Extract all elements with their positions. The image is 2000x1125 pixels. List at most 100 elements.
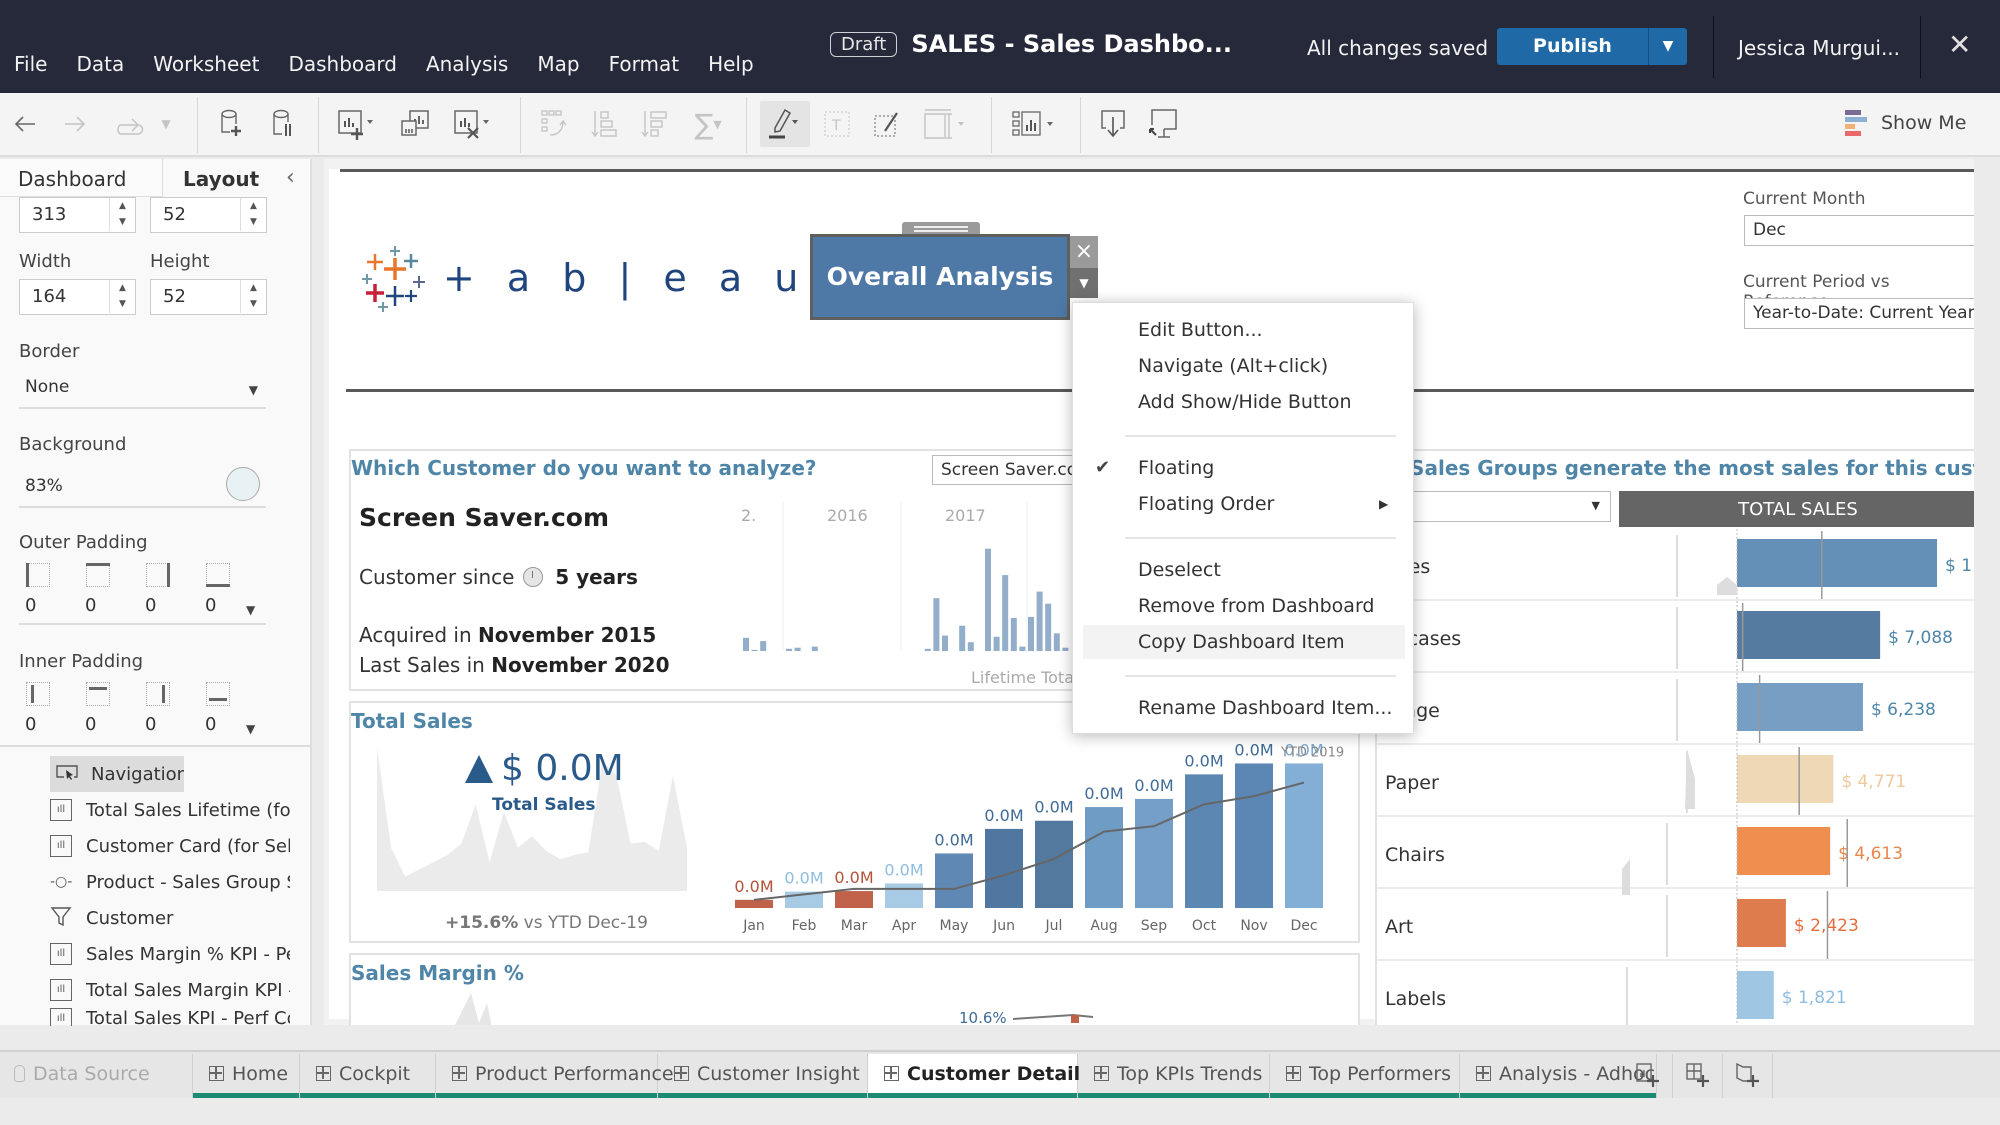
menu-data[interactable]: Data	[76, 52, 124, 76]
publish-options-button[interactable]: ▼	[1649, 28, 1687, 65]
spinner-arrows[interactable]: ▲ ▼	[109, 280, 135, 313]
labels-icon[interactable]: T	[822, 107, 852, 141]
current-month-dropdown[interactable]: Dec	[1744, 215, 1974, 246]
overall-analysis-button[interactable]: Overall Analysis	[810, 234, 1070, 320]
outer-padding-bottom[interactable]: 0	[205, 595, 216, 616]
download-icon[interactable]	[1098, 107, 1128, 141]
height-field[interactable]: 52 ▲ ▼	[150, 279, 267, 315]
presentation-icon[interactable]	[1146, 107, 1180, 141]
outer-padding-top[interactable]: 0	[85, 595, 96, 616]
replay-icon[interactable]	[108, 107, 148, 141]
menu-add-show-hide[interactable]: Add Show/Hide Button	[1073, 385, 1413, 419]
item-total-sales-kpi[interactable]: ıll Total Sales KPI - Perf Co	[50, 1008, 290, 1026]
padding-right-icon[interactable]	[146, 682, 170, 706]
menu-navigate[interactable]: Navigate (Alt+click)	[1073, 349, 1413, 383]
new-story-tab-button[interactable]	[1723, 1054, 1773, 1098]
sheet-tab[interactable]: Top KPIs Trends	[1078, 1054, 1270, 1098]
menu-analysis[interactable]: Analysis	[426, 52, 508, 76]
background-color-swatch[interactable]	[226, 467, 260, 501]
padding-top-icon[interactable]	[86, 563, 110, 587]
border-dropdown[interactable]: None ▼	[19, 369, 266, 409]
menu-help[interactable]: Help	[708, 52, 754, 76]
sheet-tab[interactable]: Product Performance	[436, 1054, 674, 1098]
tab-layout[interactable]: Layout	[183, 159, 259, 197]
totals-icon[interactable]: ∑ ▼	[690, 107, 726, 141]
chevron-down-icon[interactable]: ▼	[246, 722, 255, 736]
padding-left-icon[interactable]	[26, 563, 50, 587]
swap-icon[interactable]	[540, 107, 570, 141]
menu-floating[interactable]: ✔ Floating	[1073, 451, 1413, 485]
undo-icon[interactable]	[10, 107, 40, 141]
workbook-title[interactable]: SALES - Sales Dashbo...	[911, 30, 1232, 58]
sheet-tab[interactable]: Customer Detail	[868, 1054, 1080, 1098]
duplicate-sheet-icon[interactable]	[398, 107, 432, 141]
sheet-tab[interactable]: Customer Insight	[658, 1054, 868, 1098]
menu-edit-button[interactable]: Edit Button...	[1073, 313, 1413, 347]
period-dropdown[interactable]: Year-to-Date: Current Year vs	[1744, 298, 1974, 329]
menu-rename[interactable]: Rename Dashboard Item...	[1073, 691, 1413, 725]
menu-map[interactable]: Map	[537, 52, 579, 76]
sort-ascending-icon[interactable]	[590, 107, 620, 141]
highlight-icon[interactable]	[760, 101, 810, 147]
menu-format[interactable]: Format	[609, 52, 679, 76]
clear-sheet-icon[interactable]	[452, 107, 498, 141]
spinner-arrows[interactable]: ▲ ▼	[240, 198, 266, 231]
spinner-arrows[interactable]: ▲ ▼	[109, 198, 135, 231]
padding-right-icon[interactable]	[146, 563, 170, 587]
item-product-sales-group[interactable]: -○- Product - Sales Group S	[50, 864, 290, 900]
outer-padding-left[interactable]: 0	[25, 595, 36, 616]
outer-padding-right[interactable]: 0	[145, 595, 156, 616]
position-y-field[interactable]: 52 ▲ ▼	[150, 197, 267, 233]
new-data-source-icon[interactable]	[216, 107, 246, 141]
pause-updates-icon[interactable]	[268, 107, 298, 141]
customer-select[interactable]: Screen Saver.com	[932, 455, 1074, 485]
inner-padding-right[interactable]: 0	[145, 714, 156, 735]
menu-dashboard[interactable]: Dashboard	[288, 52, 397, 76]
show-cards-icon[interactable]	[1010, 107, 1060, 141]
width-field[interactable]: 164 ▲ ▼	[19, 279, 136, 315]
item-menu-dropdown[interactable]: ▼	[1070, 268, 1098, 298]
sheet-tab[interactable]: Cockpit	[300, 1054, 436, 1098]
item-customer-card[interactable]: ıll Customer Card (for Sel	[50, 828, 290, 864]
menu-copy-item[interactable]: Copy Dashboard Item	[1083, 625, 1405, 659]
menu-worksheet[interactable]: Worksheet	[153, 52, 259, 76]
inner-padding-bottom[interactable]: 0	[205, 714, 216, 735]
tab-dashboard[interactable]: Dashboard	[0, 159, 163, 197]
inner-padding-top[interactable]: 0	[85, 714, 96, 735]
item-total-sales-margin-kpi[interactable]: ıll Total Sales Margin KPI -	[50, 972, 290, 1008]
padding-bottom-icon[interactable]	[206, 682, 230, 706]
menu-deselect[interactable]: Deselect	[1073, 553, 1413, 587]
new-worksheet-tab-button[interactable]	[1623, 1054, 1673, 1098]
item-sales-margin-kpi[interactable]: ıll Sales Margin % KPI - Pe	[50, 936, 290, 972]
sheet-tab[interactable]: Top Performers	[1270, 1054, 1460, 1098]
fit-icon[interactable]	[920, 107, 970, 141]
position-x-field[interactable]: 313 ▲ ▼	[19, 197, 136, 233]
item-navigation[interactable]: Navigation	[50, 756, 184, 792]
replay-options-dropdown[interactable]: ▼	[156, 107, 176, 141]
menu-remove[interactable]: Remove from Dashboard	[1073, 589, 1413, 623]
chevron-down-icon[interactable]: ▼	[246, 603, 255, 617]
item-total-sales-lifetime[interactable]: ıll Total Sales Lifetime (for	[50, 792, 290, 828]
publish-button[interactable]: Publish	[1497, 28, 1649, 65]
inner-padding-left[interactable]: 0	[25, 714, 36, 735]
tab-data-source[interactable]: Data Source	[0, 1054, 193, 1098]
format-workbook-icon[interactable]	[872, 107, 902, 141]
spinner-arrows[interactable]: ▲ ▼	[240, 280, 266, 313]
padding-top-icon[interactable]	[86, 682, 110, 706]
remove-item-icon[interactable]: ×	[1070, 236, 1098, 268]
new-worksheet-icon[interactable]	[336, 107, 382, 141]
menu-floating-order[interactable]: Floating Order ▶	[1073, 487, 1413, 521]
menu-file[interactable]: File	[14, 52, 47, 76]
collapse-pane-icon[interactable]: ‹	[286, 165, 295, 190]
sort-descending-icon[interactable]	[640, 107, 670, 141]
show-me-button[interactable]: Show Me	[1845, 110, 1966, 136]
close-icon[interactable]: ✕	[1948, 28, 1971, 61]
background-picker[interactable]: 83%	[19, 464, 266, 504]
sheet-tab[interactable]: Home	[193, 1054, 300, 1098]
redo-icon[interactable]	[60, 107, 90, 141]
padding-bottom-icon[interactable]	[206, 563, 230, 587]
new-dashboard-tab-button[interactable]	[1673, 1054, 1723, 1098]
item-customer-filter[interactable]: Customer	[50, 900, 290, 936]
padding-left-icon[interactable]	[26, 682, 50, 706]
user-menu[interactable]: Jessica Murgui...	[1738, 36, 1900, 60]
